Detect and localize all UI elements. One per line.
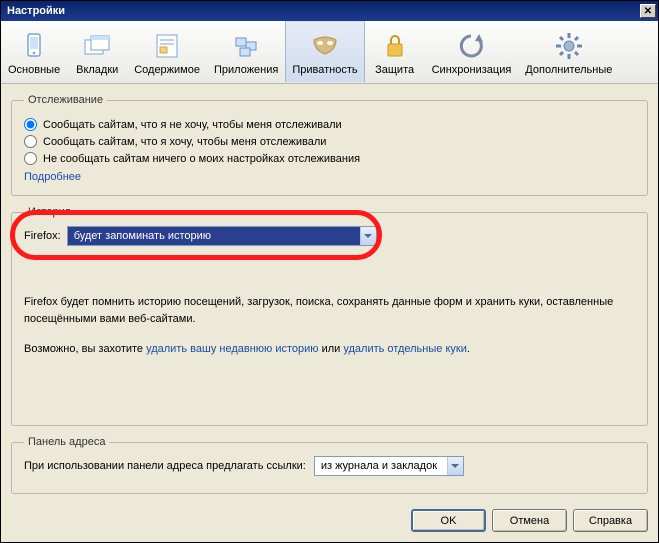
tracking-group: Отслеживание Сообщать сайтам, что я не х… bbox=[11, 94, 648, 196]
tab-security[interactable]: Защита bbox=[365, 21, 425, 83]
tab-advanced[interactable]: Дополнительные bbox=[518, 21, 619, 83]
tracking-opt2-radio[interactable] bbox=[24, 135, 37, 148]
content-area: Отслеживание Сообщать сайтам, что я не х… bbox=[1, 84, 658, 542]
addressbar-legend: Панель адреса bbox=[24, 436, 109, 448]
ok-button[interactable]: OK bbox=[411, 509, 486, 532]
toolbar: Основные Вкладки Содержимое Приложения П… bbox=[1, 21, 658, 84]
privacy-mask-icon bbox=[309, 30, 341, 62]
dialog-buttons: OK Отмена Справка bbox=[411, 509, 648, 532]
tracking-opt1-radio[interactable] bbox=[24, 118, 37, 131]
tracking-opt3-label: Не сообщать сайтам ничего о моих настрой… bbox=[43, 153, 360, 165]
tracking-opt1-label: Сообщать сайтам, что я не хочу, чтобы ме… bbox=[43, 119, 342, 131]
tabs-icon bbox=[81, 30, 113, 62]
clear-cookies-link[interactable]: удалить отдельные куки bbox=[343, 343, 466, 355]
tab-general[interactable]: Основные bbox=[1, 21, 67, 83]
content-icon bbox=[151, 30, 183, 62]
tracking-opt2-label: Сообщать сайтам, что я хочу, чтобы меня … bbox=[43, 136, 326, 148]
tracking-legend: Отслеживание bbox=[24, 94, 107, 106]
window-title: Настройки bbox=[7, 5, 65, 17]
addressbar-suggest-value: из журнала и закладок bbox=[315, 457, 447, 475]
addressbar-suggest-dropdown[interactable]: из журнала и закладок bbox=[314, 456, 464, 476]
gear-icon bbox=[553, 30, 585, 62]
help-button[interactable]: Справка bbox=[573, 509, 648, 532]
close-button[interactable]: ✕ bbox=[640, 4, 656, 18]
cancel-button[interactable]: Отмена bbox=[492, 509, 567, 532]
lock-icon bbox=[379, 30, 411, 62]
tab-privacy[interactable]: Приватность bbox=[285, 21, 364, 83]
history-legend: История bbox=[24, 206, 75, 218]
addressbar-label: При использовании панели адреса предлага… bbox=[24, 460, 306, 472]
dropdown-arrow-icon bbox=[447, 457, 463, 475]
history-label: Firefox: bbox=[24, 230, 61, 242]
clear-history-link[interactable]: удалить вашу недавнюю историю bbox=[146, 343, 318, 355]
tracking-more-link[interactable]: Подробнее bbox=[24, 171, 81, 183]
history-mode-value: будет запоминать историю bbox=[68, 227, 360, 245]
history-group: История Firefox: будет запоминать истори… bbox=[11, 206, 648, 426]
tab-sync[interactable]: Синхронизация bbox=[425, 21, 519, 83]
sync-icon bbox=[455, 30, 487, 62]
tracking-opt3-radio[interactable] bbox=[24, 152, 37, 165]
history-description: Firefox будет помнить историю посещений,… bbox=[24, 294, 635, 358]
applications-icon bbox=[230, 30, 262, 62]
tab-tabs[interactable]: Вкладки bbox=[67, 21, 127, 83]
title-bar: Настройки ✕ bbox=[1, 1, 658, 21]
tab-applications[interactable]: Приложения bbox=[207, 21, 285, 83]
history-mode-dropdown[interactable]: будет запоминать историю bbox=[67, 226, 377, 246]
addressbar-group: Панель адреса При использовании панели а… bbox=[11, 436, 648, 494]
general-icon bbox=[18, 30, 50, 62]
dropdown-arrow-icon bbox=[360, 227, 376, 245]
tab-content[interactable]: Содержимое bbox=[127, 21, 207, 83]
